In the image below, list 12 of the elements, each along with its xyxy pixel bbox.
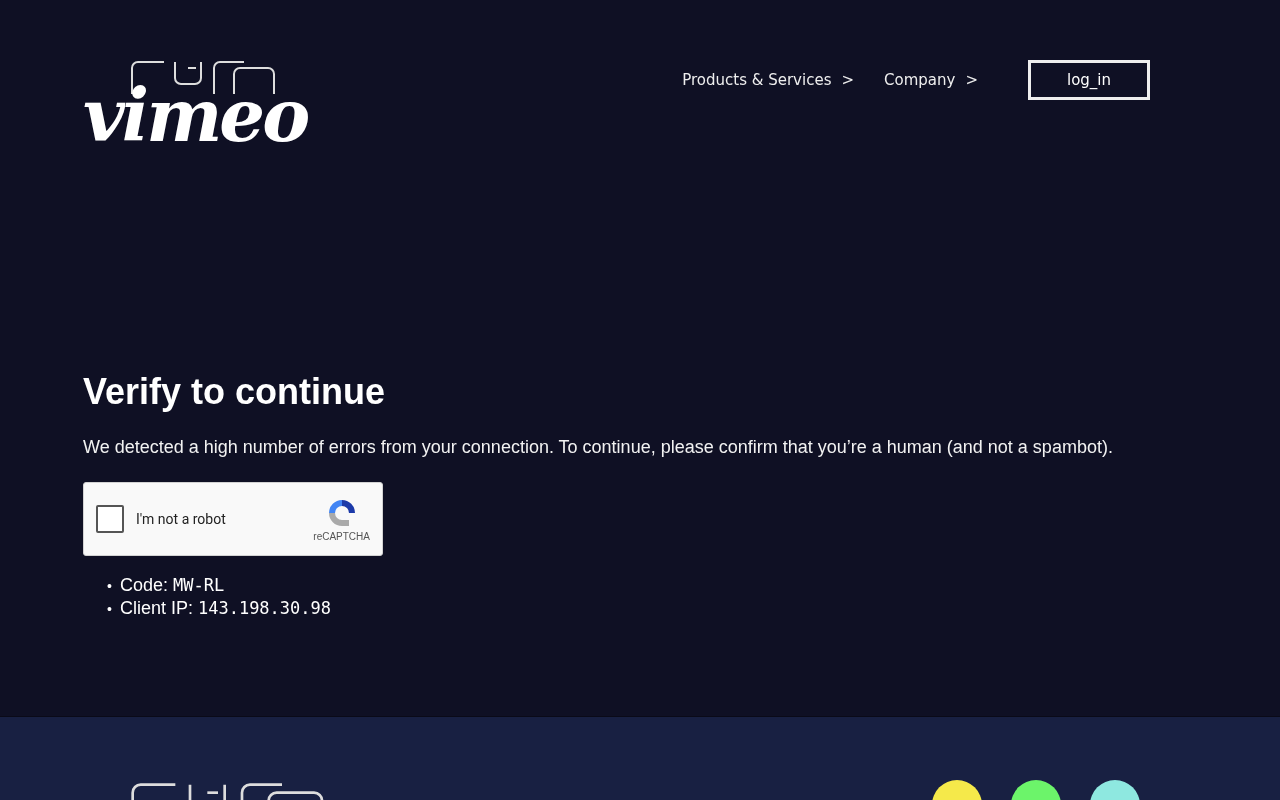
login-button[interactable]: log_in [1028, 60, 1150, 100]
detail-item: Code: MW-RL [119, 574, 225, 597]
captcha-label: I'm not a robot [136, 511, 227, 528]
recaptcha-brand: reCAPTCHA [313, 530, 370, 542]
bullet: • [107, 600, 112, 620]
nav-link[interactable]: Products & Services > [680, 71, 857, 89]
captcha-checkbox[interactable] [96, 505, 124, 534]
bullet: • [107, 577, 112, 597]
message-text: We detected a high number of errors from your connection. To continue, please confirm that you’re a human (and not a spambot). [83, 437, 1114, 459]
detail-item: Client IP: 143.198.30.98 [119, 597, 331, 620]
nav-link[interactable]: Company > [882, 71, 980, 89]
page-title: Verify to continue [83, 370, 387, 414]
